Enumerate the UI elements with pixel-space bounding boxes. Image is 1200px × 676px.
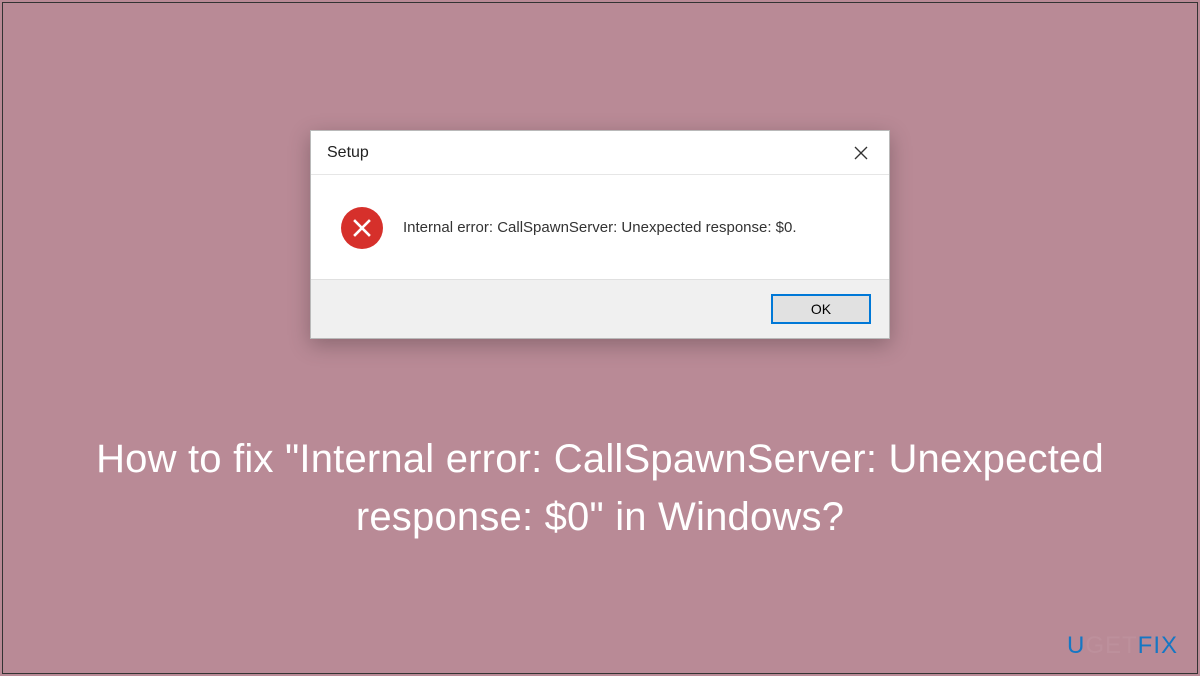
ok-button[interactable]: OK bbox=[771, 294, 871, 324]
dialog-footer: OK bbox=[311, 279, 889, 338]
close-button[interactable] bbox=[839, 137, 883, 169]
watermark-part3: FIX bbox=[1138, 632, 1178, 659]
article-heading: How to fix "Internal error: CallSpawnSer… bbox=[0, 430, 1200, 546]
watermark-part1: U bbox=[1067, 632, 1085, 659]
dialog-title: Setup bbox=[327, 144, 369, 162]
dialog-titlebar: Setup bbox=[311, 131, 889, 175]
ok-button-label: OK bbox=[811, 301, 831, 317]
dialog-body: Internal error: CallSpawnServer: Unexpec… bbox=[311, 175, 889, 279]
error-message-text: Internal error: CallSpawnServer: Unexpec… bbox=[403, 218, 797, 238]
error-icon bbox=[341, 207, 383, 249]
watermark-part2: GET bbox=[1085, 632, 1137, 659]
watermark-logo: UGETFIX bbox=[1067, 632, 1178, 660]
close-icon bbox=[854, 146, 868, 160]
setup-dialog: Setup Internal error: CallSpawnServer: U… bbox=[310, 130, 890, 339]
